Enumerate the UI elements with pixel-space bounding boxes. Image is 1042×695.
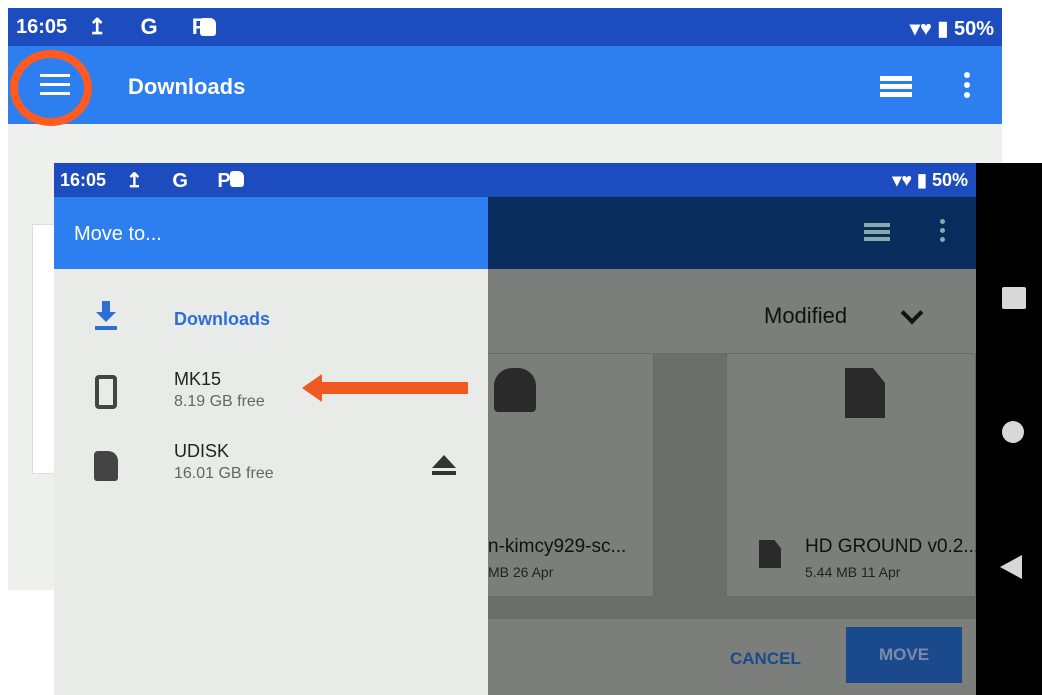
sort-label: Modified <box>764 303 848 328</box>
wifi-icon: ▾♥ ▮ <box>892 170 932 190</box>
drawer-item-subtitle: 8.19 GB free <box>174 393 265 410</box>
move-button[interactable]: MOVE <box>846 627 962 683</box>
move-to-drawer: Move to... Downloads MK15 8.19 GB free U… <box>54 197 488 695</box>
file-card: HD GROUND v0.2... 5.44 MB 11 Apr <box>726 353 976 597</box>
sort-row: Modified <box>488 269 976 353</box>
background-app-bar: Downloads <box>8 46 1002 124</box>
foreground-status-bar: 16:05 ↥ G P ▾♥ ▮ 50% <box>54 163 976 197</box>
back-button[interactable] <box>1000 555 1022 579</box>
highlight-circle <box>10 50 92 126</box>
dimmed-file-list: Modified n-kimcy929-sc... MB 26 Apr HD G… <box>488 269 976 695</box>
drawer-item-label: UDISK <box>174 441 230 461</box>
file-icon <box>759 540 781 568</box>
file-meta: 5.44 MB 11 Apr <box>805 564 901 580</box>
sd-card-icon <box>230 171 244 187</box>
drawer-item-udisk[interactable]: UDISK 16.01 GB free <box>54 435 488 505</box>
arrow-head <box>302 374 322 402</box>
file-name: HD GROUND v0.2... <box>805 536 976 557</box>
drawer-item-label: MK15 <box>174 369 222 389</box>
cancel-button[interactable]: CANCEL <box>730 649 801 669</box>
status-time: 16:05 <box>60 170 107 190</box>
android-icon <box>494 368 536 412</box>
arrow-shaft <box>318 382 468 394</box>
overflow-menu-icon[interactable] <box>964 72 970 98</box>
file-card: n-kimcy929-sc... MB 26 Apr <box>488 353 654 597</box>
status-notification-icons: ↥ G P <box>126 170 243 192</box>
file-name: n-kimcy929-sc... <box>488 536 627 557</box>
page-title: Downloads <box>128 74 246 99</box>
background-status-bar: 16:05 ↥ G P ▾♥ ▮ 50% <box>8 8 1002 46</box>
drawer-header: Move to... <box>54 197 488 269</box>
file-meta: MB 26 Apr <box>488 564 554 580</box>
dialog-action-bar: CANCEL MOVE <box>488 619 976 695</box>
battery-percent: 50% <box>931 170 968 190</box>
status-time: 16:05 <box>16 16 68 38</box>
overflow-menu-icon <box>940 219 945 242</box>
file-icon <box>845 368 885 418</box>
drawer-item-downloads[interactable]: Downloads <box>54 293 488 363</box>
list-view-icon[interactable] <box>880 76 912 98</box>
dimmed-app-bar <box>488 197 976 269</box>
list-view-icon <box>864 223 890 243</box>
download-icon <box>92 299 120 333</box>
chevron-down-icon <box>900 301 924 325</box>
foreground-screen: 16:05 ↥ G P ▾♥ ▮ 50% Modified n-kimcy929… <box>54 163 976 695</box>
eject-icon[interactable] <box>432 455 456 475</box>
sd-card-icon <box>200 18 216 36</box>
phone-icon <box>92 375 120 409</box>
wifi-icon: ▾♥ ▮ <box>909 18 954 40</box>
recents-button[interactable] <box>1002 287 1026 309</box>
home-button[interactable] <box>1002 421 1024 443</box>
status-battery-group: ▾♥ ▮ 50% <box>910 16 994 41</box>
android-nav-bar <box>976 163 1042 695</box>
battery-percent: 50% <box>953 18 994 40</box>
drawer-item-subtitle: 16.01 GB free <box>174 465 274 482</box>
status-battery-group: ▾♥ ▮ 50% <box>892 170 968 191</box>
drawer-item-label: Downloads <box>174 309 271 329</box>
drawer-title: Move to... <box>74 223 162 245</box>
move-button-label: MOVE <box>878 645 930 664</box>
drawer-item-mk15[interactable]: MK15 8.19 GB free <box>54 361 488 431</box>
sd-card-icon <box>92 449 120 483</box>
